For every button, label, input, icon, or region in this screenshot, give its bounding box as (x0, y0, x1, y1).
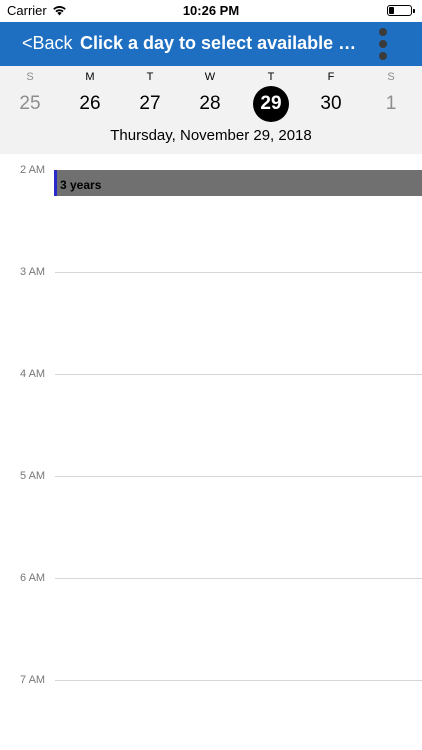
day-of-week: S (387, 71, 395, 83)
day-number: 27 (139, 93, 161, 114)
day-number: 29 (253, 86, 289, 122)
more-options-icon[interactable] (372, 28, 394, 60)
day-timeline[interactable]: 2 AM 3 years 3 AM 4 AM 5 AM 6 AM 7 AM (0, 154, 422, 750)
back-button[interactable]: <Back (22, 33, 73, 54)
day-cell-selected[interactable]: T 29 (241, 66, 301, 126)
hour-label: 3 AM (20, 266, 46, 278)
day-number: 30 (320, 93, 342, 114)
day-cell[interactable]: F 30 (301, 66, 361, 126)
day-of-week: T (267, 71, 275, 83)
day-number: 1 (385, 93, 397, 114)
day-cell[interactable]: W 28 (180, 66, 240, 126)
day-of-week: T (146, 71, 154, 83)
day-cell[interactable]: M 26 (60, 66, 120, 126)
battery-icon (387, 5, 415, 16)
selected-date-label: Thursday, November 29, 2018 (110, 127, 312, 144)
day-cell[interactable]: S 1 (361, 66, 421, 126)
hour-divider (55, 374, 422, 375)
more-dot (379, 40, 387, 48)
day-of-week: S (26, 71, 34, 83)
more-dot (379, 28, 387, 36)
hour-label: 4 AM (20, 368, 46, 380)
hour-divider (55, 578, 422, 579)
day-number: 26 (79, 93, 101, 114)
day-of-week: F (327, 71, 335, 83)
week-strip: S 25 M 26 T 27 W 28 T 29 F 30 S 1 Thursd… (0, 66, 422, 154)
day-of-week: M (85, 71, 95, 83)
day-cell[interactable]: T 27 (120, 66, 180, 126)
hour-label: 7 AM (20, 674, 46, 686)
day-number: 25 (19, 93, 41, 114)
hour-label: 2 AM (20, 164, 46, 176)
status-bar: Carrier 10:26 PM (0, 0, 422, 22)
day-number: 28 (199, 93, 221, 114)
day-cell[interactable]: S 25 (0, 66, 60, 126)
day-of-week: W (204, 71, 216, 83)
page-title: Click a day to select available ap... (80, 33, 365, 53)
hour-divider (55, 272, 422, 273)
nav-bar: <Back Click a day to select available ap… (0, 22, 422, 66)
battery-level (389, 7, 394, 14)
hour-divider (55, 680, 422, 681)
hour-divider (55, 476, 422, 477)
hour-label: 5 AM (20, 470, 46, 482)
status-time: 10:26 PM (182, 3, 240, 18)
more-dot (379, 52, 387, 60)
calendar-event[interactable]: 3 years (54, 170, 422, 196)
event-title: 3 years (60, 178, 102, 192)
hour-label: 6 AM (20, 572, 46, 584)
